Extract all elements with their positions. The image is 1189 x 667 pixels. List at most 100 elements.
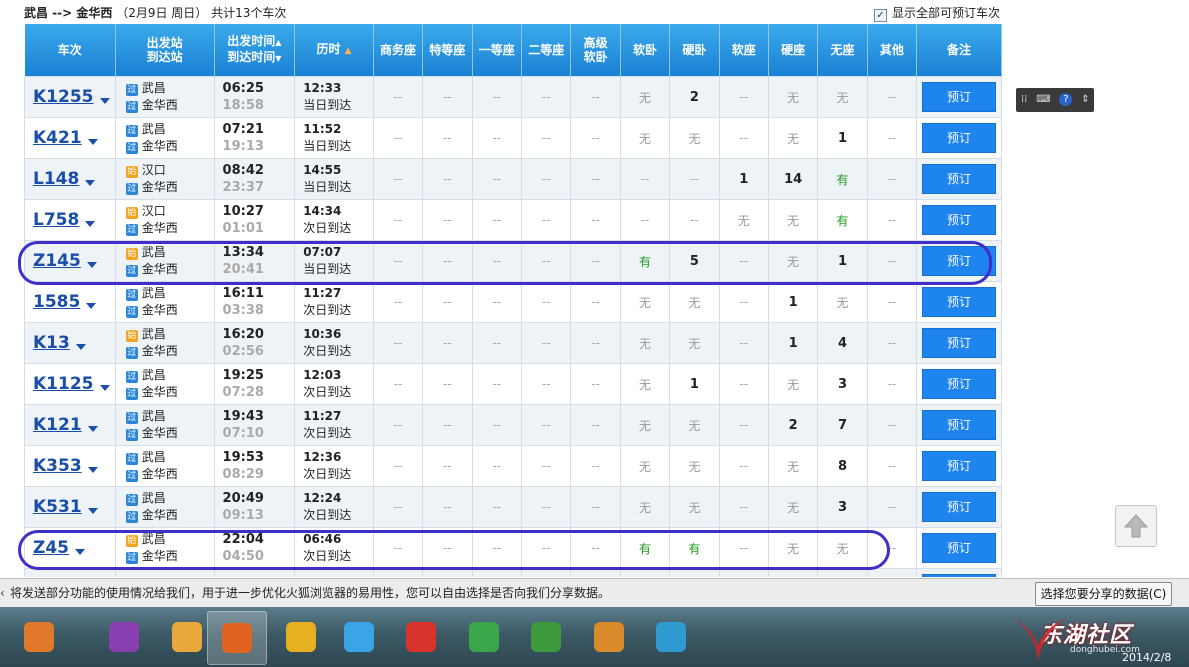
- clock-date[interactable]: 2014/2/8: [1122, 651, 1171, 664]
- seat-availability: 有: [836, 213, 849, 228]
- taskbar-app-foxmail[interactable]: [580, 611, 638, 663]
- seat-high-soft-sleeper-cell: --: [570, 527, 621, 569]
- chevron-down-icon[interactable]: [99, 98, 110, 104]
- chevron-down-icon[interactable]: [85, 180, 96, 186]
- seat-availability: --: [739, 295, 749, 309]
- col-stations[interactable]: 出发站 到达站: [115, 24, 215, 77]
- taskbar-app-sync[interactable]: [642, 611, 700, 663]
- sort-asc-icon[interactable]: ▲: [345, 46, 352, 56]
- seat-availability: --: [887, 500, 897, 514]
- show-all-checkbox[interactable]: ✓: [874, 9, 887, 22]
- col-times[interactable]: 出发时间▲ 到达时间▼: [214, 24, 296, 77]
- train-cell[interactable]: Z145: [24, 240, 116, 282]
- help-icon[interactable]: ?: [1059, 93, 1073, 106]
- station-tag-badge: 始: [125, 207, 138, 219]
- expand-icon[interactable]: ⇕: [1081, 88, 1089, 112]
- seat-availability: --: [739, 459, 749, 473]
- taskbar-app-firefox[interactable]: [207, 611, 267, 665]
- train-cell[interactable]: K121: [24, 404, 116, 446]
- departure-time: 22:04: [222, 532, 264, 547]
- seat-high-soft-sleeper-cell: --: [570, 363, 621, 405]
- book-button[interactable]: 预订: [922, 246, 997, 276]
- chevron-down-icon[interactable]: [86, 262, 97, 268]
- book-button[interactable]: 预订: [922, 82, 997, 112]
- taskbar-app-media-player[interactable]: [10, 611, 68, 663]
- chevron-down-icon[interactable]: [87, 508, 98, 514]
- chevron-down-icon[interactable]: [74, 549, 85, 555]
- book-button[interactable]: 预订: [922, 123, 997, 153]
- train-number-link[interactable]: Z45: [33, 538, 69, 558]
- book-button[interactable]: 预订: [922, 533, 997, 563]
- train-cell[interactable]: K1255: [24, 76, 116, 118]
- seat-availability: --: [541, 377, 551, 391]
- train-cell[interactable]: 1585: [24, 281, 116, 323]
- train-number-link[interactable]: K1125: [33, 374, 94, 394]
- taskbar-app-thunder[interactable]: [392, 611, 450, 663]
- col-hard-seat: 硬座: [768, 24, 819, 77]
- seat-hard-sleeper-cell: --: [669, 158, 720, 200]
- train-cell[interactable]: K1125: [24, 363, 116, 405]
- book-button[interactable]: 预订: [922, 287, 997, 317]
- book-button[interactable]: 预订: [922, 492, 997, 522]
- duration-cell: 07:07 当日到达: [294, 240, 374, 282]
- chevron-down-icon[interactable]: [87, 426, 98, 432]
- train-number-link[interactable]: L148: [33, 169, 79, 189]
- chevron-down-icon[interactable]: [87, 139, 98, 145]
- chevron-down-icon[interactable]: [86, 303, 97, 309]
- seat-special-cell: --: [422, 527, 473, 569]
- col-duration[interactable]: 历时 ▲: [294, 24, 374, 77]
- train-cell[interactable]: [24, 568, 116, 577]
- scroll-to-top-button[interactable]: [1115, 505, 1157, 547]
- taskbar-app-spreadsheet[interactable]: [517, 611, 575, 663]
- train-number-link[interactable]: K421: [33, 128, 82, 148]
- sort-down-icon[interactable]: ▼: [275, 54, 281, 63]
- keyboard-icon[interactable]: ⌨: [1036, 88, 1050, 112]
- seat-high-soft-sleeper-cell: --: [570, 486, 621, 528]
- taskbar-app-chrome[interactable]: [455, 611, 513, 663]
- train-cell[interactable]: K421: [24, 117, 116, 159]
- input-method-widget[interactable]: ⁞⁞ ⌨ ? ⇕: [1016, 88, 1094, 112]
- taskbar-app-onenote[interactable]: [95, 611, 153, 663]
- seat-availability: 无: [638, 131, 651, 146]
- train-cell[interactable]: K531: [24, 486, 116, 528]
- book-button[interactable]: 预订: [922, 410, 997, 440]
- book-button[interactable]: 预订: [922, 451, 997, 481]
- times-cell: 13:34 20:41: [213, 240, 296, 282]
- train-cell[interactable]: K353: [24, 445, 116, 487]
- sort-up-icon[interactable]: ▲: [275, 38, 281, 47]
- train-number-link[interactable]: L758: [33, 210, 79, 230]
- train-cell[interactable]: L758: [24, 199, 116, 241]
- col-train[interactable]: 车次: [24, 24, 116, 77]
- chevron-down-icon[interactable]: [99, 385, 110, 391]
- train-number-link[interactable]: Z145: [33, 251, 81, 271]
- train-cell[interactable]: Z45: [24, 527, 116, 569]
- train-number-link[interactable]: K1255: [33, 87, 94, 107]
- chevron-down-icon[interactable]: [75, 344, 86, 350]
- book-button[interactable]: 预订: [922, 164, 997, 194]
- seat-hard-seat-cell: 无: [767, 76, 819, 118]
- arrival-time: 08:29: [222, 467, 264, 482]
- train-cell[interactable]: K13: [24, 322, 116, 364]
- train-number-link[interactable]: 1585: [33, 292, 80, 312]
- col-business: 商务座: [373, 24, 424, 77]
- choose-data-button[interactable]: 选择您要分享的数据(C): [1035, 582, 1172, 606]
- seat-availability: 有: [638, 254, 651, 269]
- seat-second-cell: --: [520, 199, 572, 241]
- seat-other-cell: --: [866, 76, 918, 118]
- book-button[interactable]: 预订: [922, 205, 997, 235]
- train-cell[interactable]: L148: [24, 158, 116, 200]
- book-button[interactable]: 预订: [922, 328, 997, 358]
- chevron-down-icon[interactable]: [87, 467, 98, 473]
- train-number-link[interactable]: K13: [33, 333, 70, 353]
- taskbar-app-notes[interactable]: [330, 611, 388, 663]
- train-number-link[interactable]: K121: [33, 415, 82, 435]
- book-button[interactable]: 预订: [922, 369, 997, 399]
- chevron-down-icon[interactable]: [85, 221, 96, 227]
- train-number-link[interactable]: K531: [33, 497, 82, 517]
- departure-time: 13:34: [222, 245, 264, 260]
- seat-availability: --: [443, 90, 452, 104]
- show-all-toggle[interactable]: ✓ 显示全部可预订车次: [874, 4, 1000, 22]
- book-button[interactable]: 预订: [922, 574, 997, 577]
- train-number-link[interactable]: K353: [33, 456, 82, 476]
- taskbar-app-game[interactable]: [272, 611, 330, 663]
